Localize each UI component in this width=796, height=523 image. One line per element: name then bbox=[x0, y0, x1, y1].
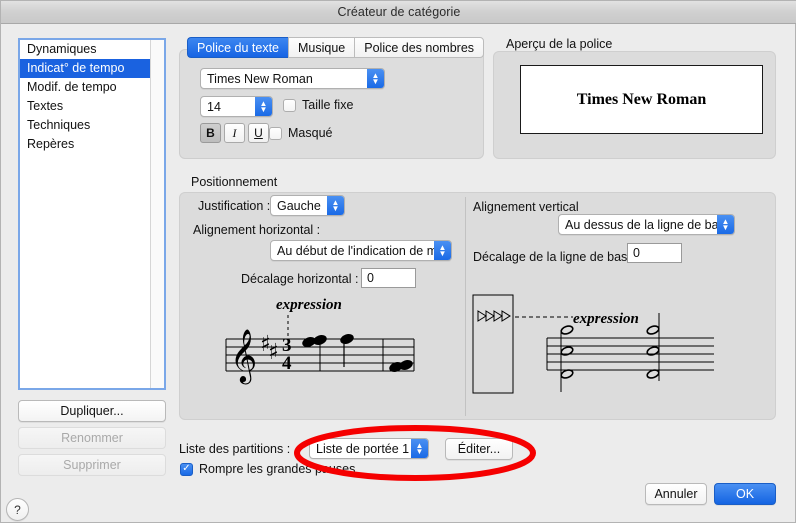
font-size-value: 14 bbox=[207, 99, 221, 114]
tab-musique[interactable]: Musique bbox=[288, 37, 355, 58]
font-size-stepper[interactable]: 14 ▲ ▼ bbox=[200, 96, 273, 117]
edit-score-list-button[interactable]: Éditer... bbox=[445, 438, 513, 460]
horizontal-offset-label: Décalage horizontal : bbox=[241, 272, 359, 286]
horizontal-alignment-label: Alignement horizontal : bbox=[193, 223, 321, 237]
window-title: Créateur de catégorie bbox=[337, 5, 461, 19]
ok-button[interactable]: OK bbox=[714, 483, 776, 505]
positioning-group-label: Positionnement bbox=[191, 175, 278, 189]
tab-police-du-texte[interactable]: Police du texte bbox=[187, 37, 288, 58]
vertical-alignment-label: Alignement vertical bbox=[473, 200, 579, 214]
category-list[interactable]: Dynamiques Indicat° de tempo Modif. de t… bbox=[18, 38, 166, 390]
fixed-size-label: Taille fixe bbox=[302, 98, 354, 112]
horizontal-alignment-value: Au début de l'indication de m... bbox=[277, 243, 434, 258]
font-family-select[interactable]: Times New Roman ▲ ▼ bbox=[200, 68, 385, 89]
font-preview-group-label: Aperçu de la police bbox=[506, 37, 613, 51]
underline-button[interactable]: U bbox=[248, 123, 269, 143]
baseline-offset-label: Décalage de la ligne de bas bbox=[473, 250, 628, 264]
cancel-button[interactable]: Annuler bbox=[645, 483, 707, 505]
hidden-checkbox[interactable]: Masqué bbox=[269, 126, 332, 140]
delete-button[interactable]: Supprimer bbox=[18, 454, 166, 476]
font-preview-box: Times New Roman bbox=[520, 65, 763, 134]
hidden-checkbox-box bbox=[269, 126, 282, 140]
score-list-label: Liste des partitions : bbox=[179, 442, 291, 456]
fixed-size-checkbox[interactable]: Taille fixe bbox=[283, 98, 353, 112]
sidebar-item-textes[interactable]: Textes bbox=[20, 97, 150, 116]
expression-text-left: expression bbox=[276, 297, 342, 313]
svg-text:4: 4 bbox=[282, 353, 292, 374]
duplicate-button[interactable]: Dupliquer... bbox=[18, 400, 166, 422]
vertical-alignment-select[interactable]: Au dessus de la ligne de bas... ▲▼ bbox=[558, 214, 735, 235]
checkmark-icon: ✓ bbox=[180, 462, 193, 476]
popup-arrows-icon: ▲ ▼ bbox=[411, 439, 428, 458]
justification-value: Gauche bbox=[277, 198, 321, 213]
horizontal-alignment-select[interactable]: Au début de l'indication de m... ▲ ▼ bbox=[270, 240, 452, 261]
fixed-size-checkbox-box bbox=[283, 98, 296, 112]
left-staff-svg: 𝄞 ♯ ♯ 3 4 expression bbox=[225, 297, 415, 384]
stepper-arrows-icon[interactable]: ▲ ▼ bbox=[255, 97, 272, 116]
expression-text-right: expression bbox=[573, 311, 639, 327]
popup-arrows-icon: ▲ ▼ bbox=[434, 241, 451, 260]
rename-button[interactable]: Renommer bbox=[18, 427, 166, 449]
popup-arrows-icon: ▲ ▼ bbox=[327, 196, 344, 215]
break-multirests-label: Rompre les grandes pauses bbox=[199, 462, 356, 476]
hidden-label: Masqué bbox=[288, 126, 333, 140]
right-staff-preview: expression bbox=[469, 289, 719, 399]
italic-button[interactable]: I bbox=[224, 123, 245, 143]
svg-text:♯: ♯ bbox=[268, 340, 279, 365]
category-list-scrollbar[interactable] bbox=[150, 40, 164, 388]
dialog-window: Créateur de catégorie Dynamiques Indicat… bbox=[0, 0, 796, 523]
sidebar-item-reperes[interactable]: Repères bbox=[20, 135, 150, 154]
sidebar-item-modif-de-tempo[interactable]: Modif. de tempo bbox=[20, 78, 150, 97]
title-bar: Créateur de catégorie bbox=[1, 1, 796, 24]
popup-arrows-icon: ▲ ▼ bbox=[367, 69, 384, 88]
tab-bar: Police du texte Musique Police des nombr… bbox=[187, 37, 485, 58]
category-list-inner: Dynamiques Indicat° de tempo Modif. de t… bbox=[20, 40, 150, 388]
svg-text:𝄞: 𝄞 bbox=[230, 328, 257, 384]
justification-select[interactable]: Gauche ▲ ▼ bbox=[270, 195, 345, 216]
help-button[interactable]: ? bbox=[6, 498, 29, 521]
font-family-value: Times New Roman bbox=[207, 71, 313, 86]
sidebar-item-techniques[interactable]: Techniques bbox=[20, 116, 150, 135]
sidebar-item-indication-de-tempo[interactable]: Indicat° de tempo bbox=[20, 59, 150, 78]
popup-arrows-icon: ▲ ▼ bbox=[717, 215, 734, 234]
font-preview-sample: Times New Roman bbox=[576, 90, 707, 108]
sidebar-item-dynamiques[interactable]: Dynamiques bbox=[20, 40, 150, 59]
left-staff-preview: 𝄞 ♯ ♯ 3 4 expression bbox=[216, 293, 431, 391]
baseline-offset-input[interactable]: 0 bbox=[627, 243, 682, 263]
score-list-select[interactable]: Liste de portée 1 ▲ ▼ bbox=[309, 438, 429, 459]
break-multirests-checkbox[interactable]: ✓ Rompre les grandes pauses bbox=[180, 462, 355, 476]
horizontal-offset-input[interactable]: 0 bbox=[361, 268, 416, 288]
score-list-value: Liste de portée 1 bbox=[316, 441, 410, 456]
bold-button[interactable]: B bbox=[200, 123, 221, 143]
vertical-alignment-value: Au dessus de la ligne de bas... bbox=[565, 217, 717, 232]
positioning-divider bbox=[465, 197, 466, 416]
tab-police-des-nombres[interactable]: Police des nombres bbox=[354, 37, 485, 58]
justification-label: Justification : bbox=[198, 199, 271, 213]
right-staff-svg: expression bbox=[472, 294, 714, 394]
